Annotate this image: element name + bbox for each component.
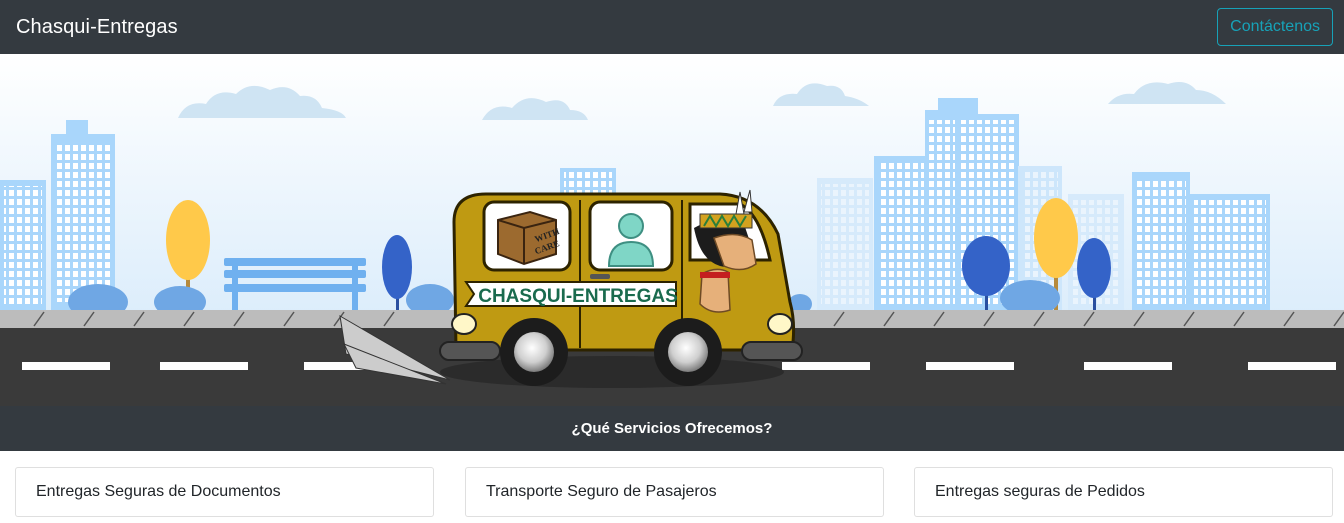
service-card-label: Entregas Seguras de Documentos	[36, 483, 281, 500]
service-card-documentos[interactable]: Entregas Seguras de Documentos	[15, 467, 434, 517]
hero-illustration: WITH CARE CHASQUI-ENTREGAS	[0, 54, 1344, 406]
brand-title[interactable]: Chasqui-Entregas	[16, 16, 178, 39]
top-navbar: Chasqui-Entregas Contáctenos	[0, 0, 1344, 54]
services-list: Entregas Seguras de Documentos Transport…	[15, 467, 1335, 517]
service-card-label: Transporte Seguro de Pasajeros	[486, 483, 717, 500]
contact-button[interactable]: Contáctenos	[1217, 8, 1333, 46]
service-card-pasajeros[interactable]: Transporte Seguro de Pasajeros	[465, 467, 884, 517]
service-card-label: Entregas seguras de Pedidos	[935, 483, 1145, 500]
delivery-van[interactable]: WITH CARE CHASQUI-ENTREGAS	[439, 189, 803, 388]
hero-banner: WITH CARE CHASQUI-ENTREGAS	[0, 54, 1344, 406]
services-title: ¿Qué Servicios Ofrecemos?	[571, 420, 773, 437]
van-sign-text: CHASQUI-ENTREGAS	[478, 286, 678, 307]
service-card-pedidos[interactable]: Entregas seguras de Pedidos	[914, 467, 1333, 517]
services-header-bar: ¿Qué Servicios Ofrecemos?	[0, 406, 1344, 451]
